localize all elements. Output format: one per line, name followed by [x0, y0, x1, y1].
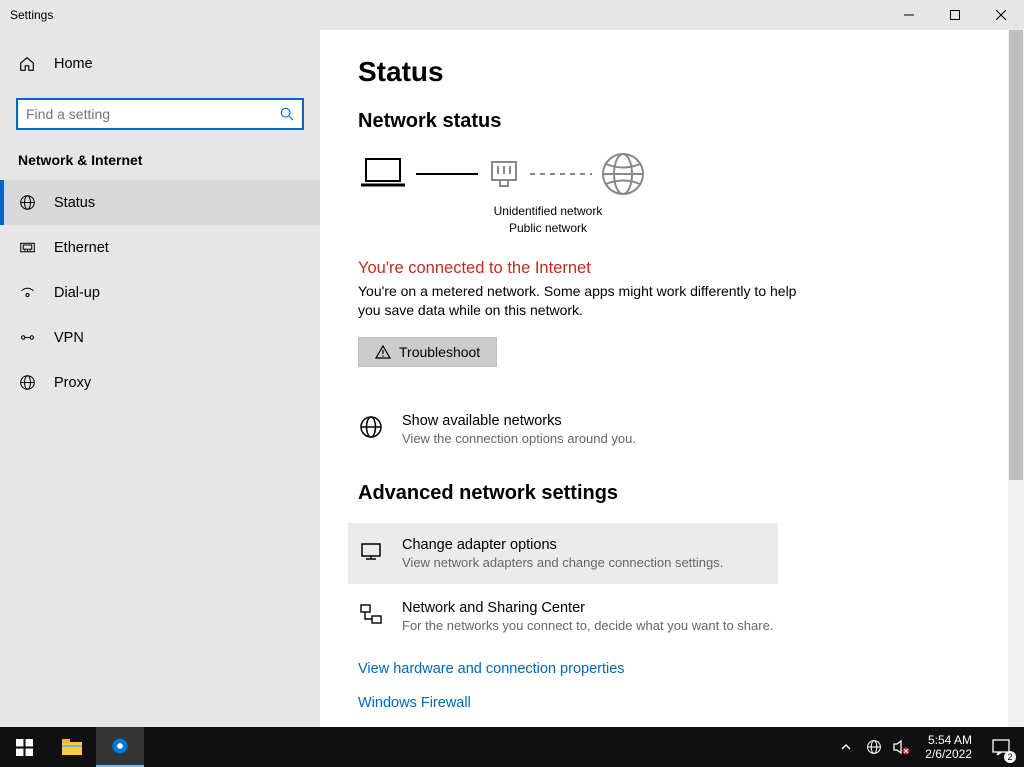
minimize-button[interactable]: [886, 0, 932, 30]
notif-badge: 2: [1004, 751, 1016, 763]
warning-icon: [375, 344, 391, 360]
option-title: Network and Sharing Center: [402, 600, 773, 616]
taskbar-clock[interactable]: 5:54 AM 2/6/2022: [919, 733, 978, 762]
troubleshoot-label: Troubleshoot: [399, 344, 480, 360]
wifi-globe-icon: [358, 413, 384, 439]
tray-network-icon[interactable]: [863, 727, 885, 767]
notifications-button[interactable]: 2: [984, 727, 1018, 767]
globe-icon: [18, 374, 36, 391]
option-text: Network and Sharing Center For the netwo…: [402, 600, 773, 633]
sidebar-item-vpn[interactable]: VPN: [0, 315, 320, 360]
scrollbar[interactable]: [1008, 30, 1024, 727]
network-status-heading: Network status: [358, 110, 984, 133]
troubleshoot-button[interactable]: Troubleshoot: [358, 337, 497, 367]
network-share-icon: [358, 600, 384, 626]
hardware-properties-link[interactable]: View hardware and connection properties: [358, 661, 984, 677]
main-content: Status Network status Unidentified netwo…: [320, 30, 1024, 727]
sidebar-item-status[interactable]: Status: [0, 180, 320, 225]
tray-volume-icon[interactable]: [891, 727, 913, 767]
search-input[interactable]: [16, 98, 304, 130]
settings-taskbar-button[interactable]: [96, 727, 144, 767]
sidebar-item-label: Status: [54, 195, 95, 211]
dashed-line-icon: [530, 171, 592, 177]
taskbar-right: 5:54 AM 2/6/2022 2: [835, 727, 1024, 767]
settings-window: Settings Home Network & Internet: [0, 0, 1024, 727]
globe-net-icon: [18, 194, 36, 211]
option-text: Change adapter options View network adap…: [402, 537, 723, 570]
tray-chevron-icon[interactable]: [835, 727, 857, 767]
ethernet-port-icon: [486, 156, 522, 192]
file-explorer-button[interactable]: [48, 727, 96, 767]
option-desc: View network adapters and change connect…: [402, 555, 723, 570]
adapter-icon: [358, 537, 384, 563]
ethernet-icon: [18, 239, 36, 256]
page-title: Status: [358, 56, 984, 88]
sidebar-item-ethernet[interactable]: Ethernet: [0, 225, 320, 270]
sidebar-item-label: Dial-up: [54, 285, 100, 301]
search-container: [16, 98, 304, 130]
laptop-icon: [358, 155, 408, 193]
home-icon: [18, 55, 36, 73]
close-button[interactable]: [978, 0, 1024, 30]
search-field[interactable]: [26, 106, 280, 122]
scrollbar-thumb[interactable]: [1009, 30, 1023, 480]
option-title: Show available networks: [402, 413, 636, 429]
clock-time: 5:54 AM: [925, 733, 972, 747]
option-desc: For the networks you connect to, decide …: [402, 618, 773, 633]
option-desc: View the connection options around you.: [402, 431, 636, 446]
globe-large-icon: [600, 151, 646, 197]
sidebar-item-label: Proxy: [54, 375, 91, 391]
window-controls: [886, 0, 1024, 30]
taskbar: 5:54 AM 2/6/2022 2: [0, 727, 1024, 767]
show-networks-button[interactable]: Show available networks View the connect…: [358, 403, 984, 456]
sidebar-section-title: Network & Internet: [0, 130, 320, 176]
connection-status-title: You're connected to the Internet: [358, 259, 984, 278]
diagram-label-2: Public network: [398, 220, 698, 237]
window-body: Home Network & Internet Status Ethernet: [0, 30, 1024, 727]
dialup-icon: [18, 284, 36, 301]
sidebar: Home Network & Internet Status Ethernet: [0, 30, 320, 727]
taskbar-left: [0, 727, 144, 767]
option-title: Change adapter options: [402, 537, 723, 553]
sidebar-nav: Status Ethernet Dial-up VPN Proxy: [0, 180, 320, 405]
solid-line-icon: [416, 171, 478, 177]
sidebar-item-label: VPN: [54, 330, 84, 346]
home-button[interactable]: Home: [0, 42, 320, 86]
start-button[interactable]: [0, 727, 48, 767]
titlebar: Settings: [0, 0, 1024, 30]
clock-date: 2/6/2022: [925, 747, 972, 761]
sidebar-item-proxy[interactable]: Proxy: [0, 360, 320, 405]
window-title: Settings: [10, 8, 886, 22]
firewall-link[interactable]: Windows Firewall: [358, 695, 984, 711]
option-text: Show available networks View the connect…: [402, 413, 636, 446]
vpn-icon: [18, 329, 36, 346]
home-label: Home: [54, 56, 93, 72]
sidebar-item-label: Ethernet: [54, 240, 109, 256]
search-icon: [280, 107, 294, 121]
connection-status-desc: You're on a metered network. Some apps m…: [358, 282, 808, 321]
maximize-button[interactable]: [932, 0, 978, 30]
sidebar-item-dialup[interactable]: Dial-up: [0, 270, 320, 315]
diagram-labels: Unidentified network Public network: [398, 203, 698, 237]
advanced-heading: Advanced network settings: [358, 482, 984, 505]
network-diagram: [358, 151, 984, 197]
diagram-label-1: Unidentified network: [398, 203, 698, 220]
adapter-options-button[interactable]: Change adapter options View network adap…: [348, 523, 778, 584]
sharing-center-button[interactable]: Network and Sharing Center For the netwo…: [358, 590, 984, 643]
